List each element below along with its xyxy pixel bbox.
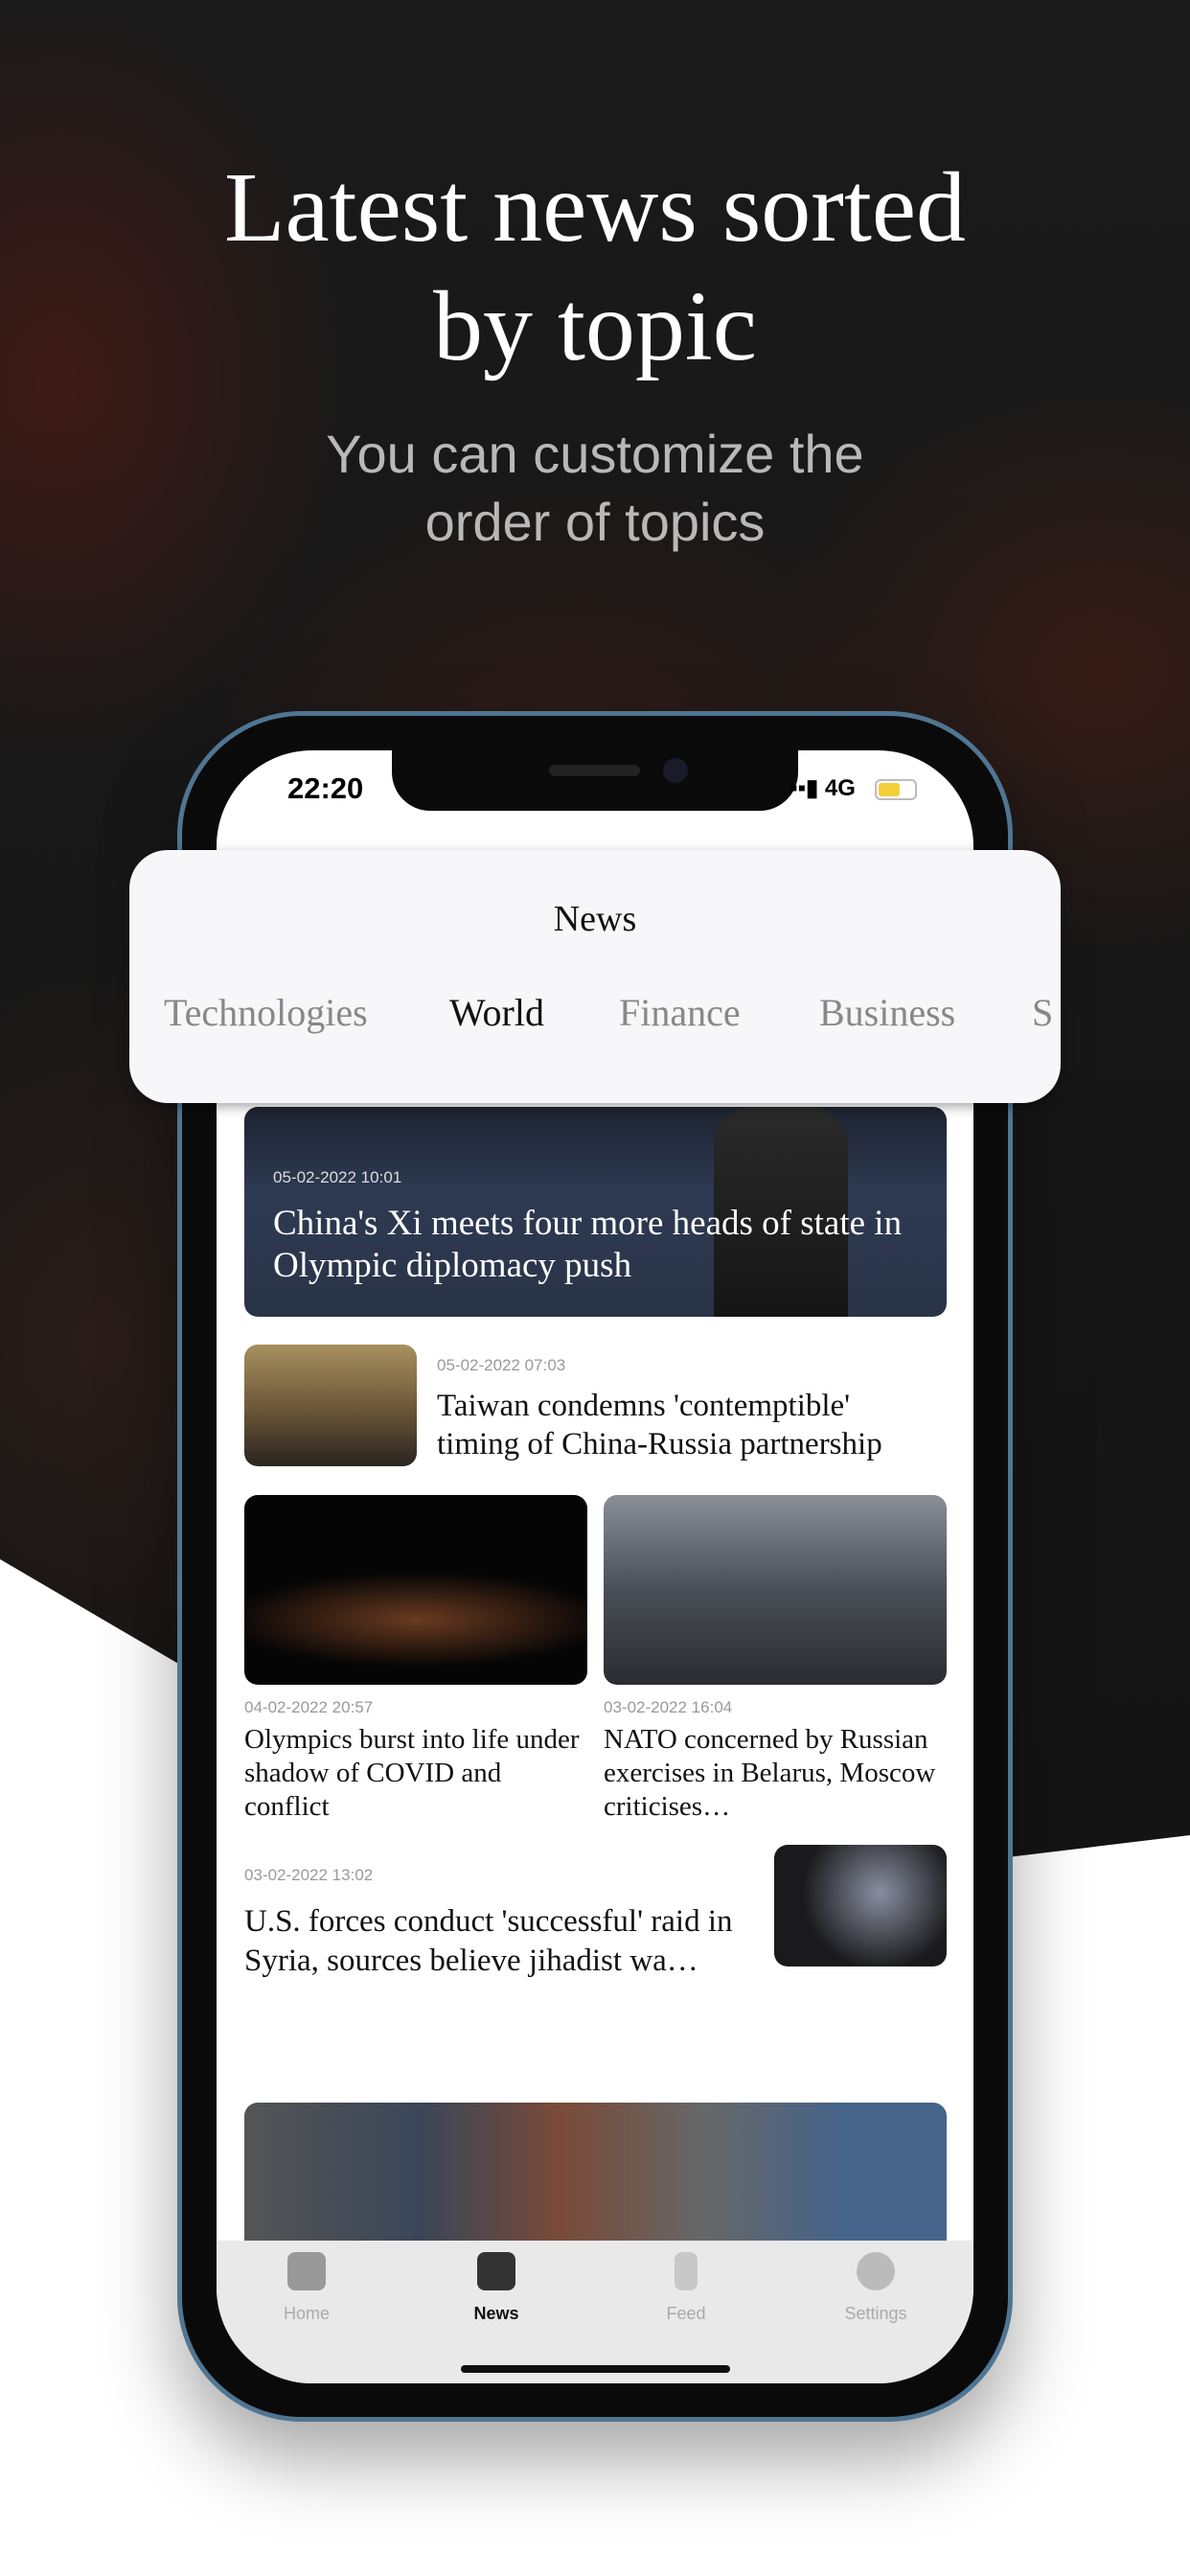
article-thumbnail — [774, 1845, 947, 1966]
promo-headline: Latest news sorted by topic — [223, 152, 966, 381]
tab-news[interactable]: News — [429, 2252, 563, 2324]
article-date: 03-02-2022 16:04 — [604, 1698, 733, 1716]
tab-world[interactable]: World — [449, 990, 544, 1035]
article-date: 04-02-2022 20:57 — [244, 1698, 374, 1716]
tab-finance[interactable]: Finance — [619, 990, 741, 1035]
gear-icon — [857, 2252, 895, 2290]
article-title: Taiwan condemns 'contemptible' timing of… — [437, 1389, 882, 1461]
article-thumbnail — [604, 1495, 947, 1685]
battery-icon — [875, 779, 917, 800]
tab-business[interactable]: Business — [819, 990, 955, 1035]
signal-icon: ▪▪▮ 4G — [790, 775, 856, 801]
article-grid-item[interactable]: 04-02-2022 20:57 Olympics burst into lif… — [244, 1495, 587, 1824]
article-row[interactable]: 05-02-2022 07:03 Taiwan condemns 'contem… — [244, 1345, 947, 1466]
tab-feed[interactable]: Feed — [619, 2252, 753, 2324]
news-icon — [477, 2252, 515, 2290]
feed-icon — [675, 2252, 698, 2290]
article-row[interactable]: 03-02-2022 13:02 U.S. forces conduct 'su… — [244, 1845, 947, 1978]
article-title: China's Xi meets four more heads of stat… — [273, 1204, 903, 1285]
article-hero[interactable]: 05-02-2022 10:01 China's Xi meets four m… — [244, 1107, 947, 1317]
tab-partial[interactable]: S — [1032, 990, 1053, 1035]
network-label: 4G — [824, 775, 856, 801]
tab-technologies[interactable]: Technologies — [164, 990, 368, 1035]
camera-icon — [663, 758, 688, 783]
tab-bar: Home News Feed Settings — [217, 2241, 973, 2383]
article-title: NATO concerned by Russian exercises in B… — [604, 1724, 936, 1822]
article-thumbnail — [244, 1495, 587, 1685]
article-title: Olympics burst into life under shadow of… — [244, 1724, 580, 1822]
home-indicator[interactable] — [461, 2365, 730, 2373]
article-grid-item[interactable]: 03-02-2022 16:04 NATO concerned by Russi… — [604, 1495, 947, 1824]
article-date: 05-02-2022 10:01 — [273, 1168, 402, 1186]
page-title: News — [553, 899, 637, 939]
status-time: 22:20 — [287, 771, 364, 805]
article-thumbnail — [244, 1345, 417, 1466]
tab-home[interactable]: Home — [240, 2252, 374, 2324]
notch — [392, 750, 798, 811]
home-icon — [287, 2252, 326, 2290]
article-date: 05-02-2022 07:03 — [437, 1356, 566, 1374]
article-date: 03-02-2022 13:02 — [244, 1866, 374, 1884]
promo-subtitle: You can customize the order of topics — [326, 424, 864, 552]
news-header-card: News Technologies World Finance Business… — [129, 850, 1061, 1103]
article-title: U.S. forces conduct 'successful' raid in… — [244, 1904, 733, 1978]
tab-settings[interactable]: Settings — [809, 2252, 943, 2324]
